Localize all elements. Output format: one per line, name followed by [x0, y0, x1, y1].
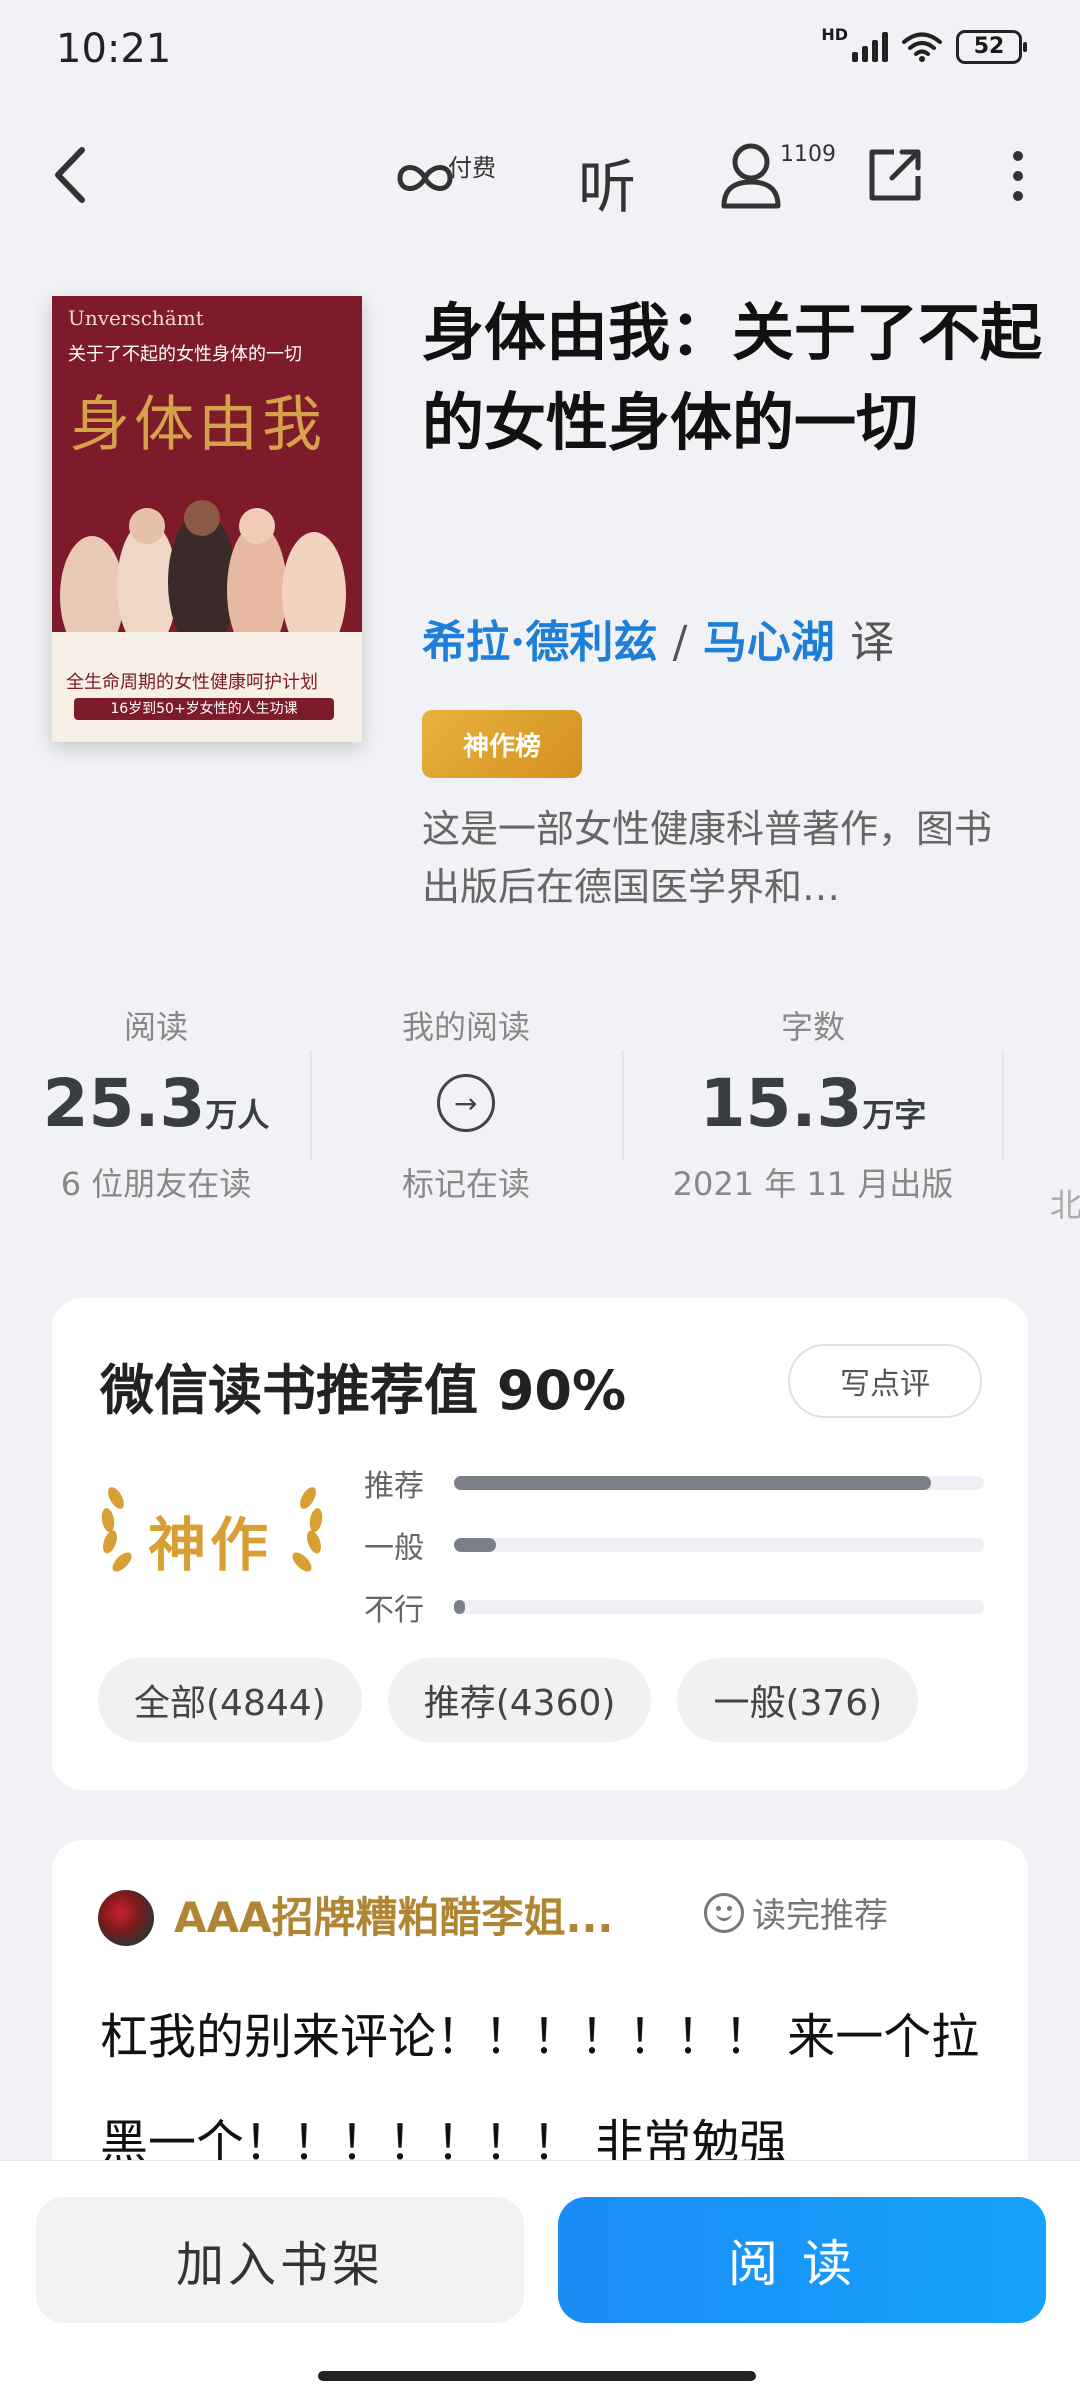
smile-icon	[704, 1892, 744, 1933]
add-to-shelf-button[interactable]: 加入书架	[36, 2197, 524, 2323]
back-arrow-icon[interactable]	[40, 140, 100, 210]
status-bar: 10:21 HD 52	[0, 0, 1080, 104]
stat-divider	[622, 1050, 624, 1160]
rating-bar-fill	[454, 1538, 497, 1552]
stats-row: 阅读 25.3万人 6 位朋友在读 我的阅读 → 标记在读 字数 15.3万字 …	[0, 1000, 1080, 1240]
badge-label: 神作榜	[462, 731, 541, 762]
filter-chip-recommend[interactable]: 推荐(4360)	[387, 1658, 652, 1742]
filter-chip-average[interactable]: 一般(376)	[677, 1658, 919, 1742]
rating-card: 微信读书推荐值 90% 写点评 神作 推荐 一般 不行 全部(4844) 推荐(…	[52, 1298, 1028, 1790]
rating-bar: 推荐	[364, 1452, 984, 1514]
rating-bar-track	[454, 1476, 984, 1490]
author-line: 希拉·德利兹 / 马心湖 译	[422, 606, 894, 670]
stat-readers[interactable]: 阅读 25.3万人 6 位朋友在读	[36, 1000, 276, 1214]
arrow-circle-icon: →	[437, 1074, 495, 1132]
battery-icon: 52	[956, 30, 1027, 64]
cover-title: 身体由我	[70, 390, 326, 460]
rating-bar-fill	[454, 1476, 931, 1490]
author-separator: /	[672, 617, 688, 668]
share-icon[interactable]	[864, 144, 926, 206]
reader-count: 1109	[780, 142, 836, 167]
rating-bars: 推荐 一般 不行	[364, 1452, 984, 1638]
stat-sub: 2021 年 11 月出版	[672, 1165, 954, 1203]
stat-sub: 6 位朋友在读	[60, 1165, 252, 1203]
rating-bar-track	[454, 1600, 984, 1614]
rating-bar-track	[454, 1538, 984, 1552]
stat-value: 25.3万人	[42, 1065, 270, 1142]
book-description[interactable]: 这是一部女性健康科普著作，图书出版后在德国医学界和…	[422, 800, 1022, 916]
listen-button[interactable]: 听	[578, 140, 636, 224]
reviewer-name[interactable]: AAA招牌糟粕醋李姐...	[174, 1884, 613, 1945]
filter-chips: 全部(4844) 推荐(4360) 一般(376)	[98, 1658, 919, 1742]
readers-button[interactable]: 1109	[718, 140, 838, 212]
rating-bar: 一般	[364, 1514, 984, 1576]
home-indicator[interactable]	[318, 2371, 756, 2381]
status-icons: HD 52	[821, 25, 1027, 64]
write-review-button[interactable]: 写点评	[788, 1344, 982, 1418]
book-cover[interactable]: Unverschämt 关于了不起的女性身体的一切 身体由我 全生命周期的女性健…	[52, 296, 362, 742]
translator-suffix: 译	[850, 617, 895, 668]
translator-link[interactable]: 马心湖	[703, 617, 835, 668]
paid-label: 付费	[448, 154, 496, 182]
stat-sub: 标记在读	[401, 1165, 530, 1203]
author-link[interactable]: 希拉·德利兹	[422, 617, 657, 668]
cover-illustration	[60, 500, 346, 656]
user-icon	[721, 143, 781, 209]
stat-divider	[310, 1050, 312, 1160]
filter-chip-all[interactable]: 全部(4844)	[98, 1658, 362, 1742]
bottom-bar: 加入书架 阅读	[0, 2160, 1080, 2401]
more-icon[interactable]	[1000, 146, 1036, 206]
rating-title: 微信读书推荐值 90%	[100, 1359, 627, 1422]
avatar[interactable]	[98, 1890, 154, 1946]
review-tag-label: 读完推荐	[752, 1896, 888, 1936]
masterpiece-badge[interactable]: 神作榜	[422, 710, 582, 778]
book-title: 身体由我：关于了不起的女性身体的一切	[422, 296, 1043, 459]
cover-plan: 全生命周期的女性健康呵护计划	[66, 672, 318, 693]
rating-percent: 90%	[496, 1359, 627, 1422]
cover-title-en: Unverschämt	[68, 306, 204, 330]
laurel-label: 神作	[148, 1511, 273, 1579]
stat-label: 我的阅读	[401, 1008, 530, 1046]
rating-bar-fill	[454, 1600, 465, 1614]
stat-label: 字数	[780, 1008, 845, 1046]
status-time: 10:21	[56, 26, 172, 72]
stat-divider	[1002, 1050, 1004, 1160]
network-type: HD	[821, 25, 848, 44]
signal-icon	[852, 32, 888, 62]
read-button[interactable]: 阅读	[558, 2197, 1046, 2323]
wifi-icon	[902, 32, 942, 62]
stat-word-count[interactable]: 字数 15.3万字 2021 年 11 月出版	[640, 1000, 986, 1214]
rating-bar: 不行	[364, 1576, 984, 1638]
stat-value: 15.3万字	[699, 1065, 927, 1142]
stat-label: 阅读	[123, 1008, 188, 1046]
stat-overflow-text: 北	[1050, 1186, 1080, 1224]
stat-my-reading[interactable]: 我的阅读 → 标记在读	[346, 1000, 586, 1214]
cover-subtitle: 关于了不起的女性身体的一切	[68, 344, 302, 365]
cover-band: 16岁到50+岁女性的人生功课	[74, 698, 334, 720]
paid-button[interactable]: 付费	[392, 142, 502, 212]
top-nav: 付费 听 1109	[0, 120, 1080, 230]
review-tag: 读完推荐	[704, 1888, 888, 1937]
